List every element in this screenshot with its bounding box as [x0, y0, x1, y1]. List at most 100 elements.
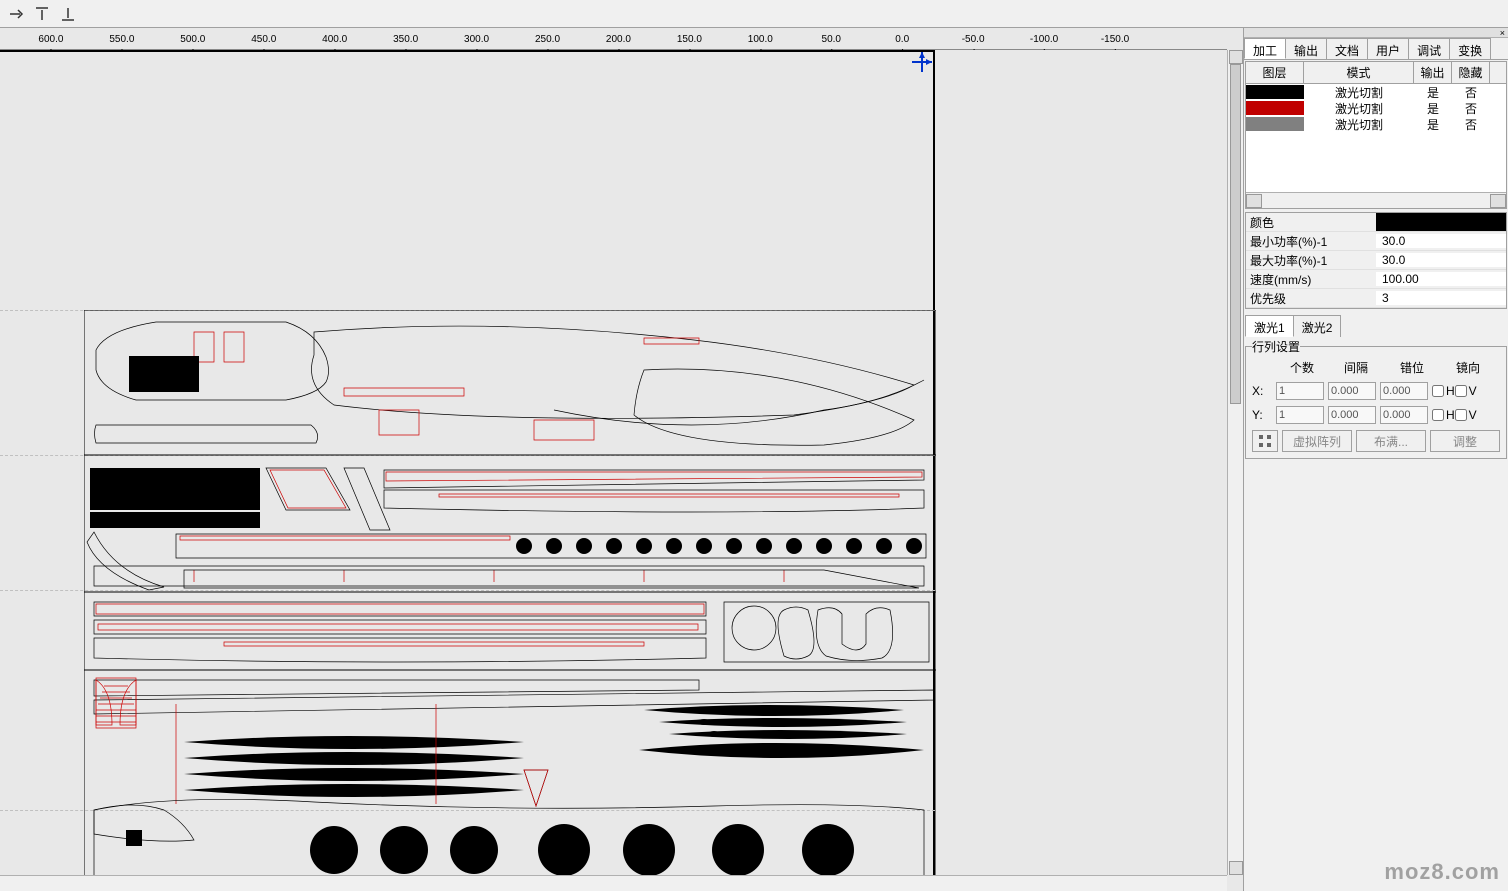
- array-head-offset: 错位: [1384, 359, 1440, 376]
- layer-mode: 激光切割: [1304, 100, 1414, 117]
- ruler-tick: -50.0: [962, 34, 985, 45]
- horizontal-ruler: 50.0600.0550.0500.0450.0400.0350.0300.02…: [0, 28, 1227, 50]
- array-y-label: Y:: [1252, 408, 1276, 422]
- array-head-count: 个数: [1276, 359, 1328, 376]
- ruler-tick: 200.0: [606, 34, 631, 45]
- array-y-count-input[interactable]: [1276, 406, 1324, 424]
- ruler-tick: 350.0: [393, 34, 418, 45]
- prop-max-power-value[interactable]: 30.0: [1376, 253, 1506, 267]
- array-y-gap-input[interactable]: [1328, 406, 1376, 424]
- layers-scroll-right[interactable]: [1490, 194, 1506, 208]
- array-head-gap: 间隔: [1328, 359, 1384, 376]
- layers-body[interactable]: 激光切割是否激光切割是否激光切割是否: [1246, 84, 1506, 192]
- prop-priority-label: 优先级: [1246, 290, 1376, 307]
- tab-user[interactable]: 用户: [1367, 38, 1409, 59]
- main-layout: 50.0600.0550.0500.0450.0400.0350.0300.02…: [0, 28, 1508, 891]
- watermark: moz8.com: [1384, 859, 1500, 885]
- scroll-down-button[interactable]: [1229, 861, 1243, 875]
- array-x-count-input[interactable]: [1276, 382, 1324, 400]
- tab-output[interactable]: 输出: [1285, 38, 1327, 59]
- align-bottom-button[interactable]: [56, 2, 80, 26]
- fill-button[interactable]: 布满...: [1356, 430, 1426, 452]
- tab-debug[interactable]: 调试: [1408, 38, 1450, 59]
- array-x-offset-input[interactable]: [1380, 382, 1428, 400]
- align-toggle-left-button[interactable]: [4, 2, 28, 26]
- adjust-button[interactable]: 调整: [1430, 430, 1500, 452]
- array-y-offset-input[interactable]: [1380, 406, 1428, 424]
- ruler-tick: 250.0: [535, 34, 560, 45]
- prop-max-power-label: 最大功率(%)-1: [1246, 252, 1376, 269]
- layers-scroll-left[interactable]: [1246, 194, 1262, 208]
- worksheet-border: [0, 50, 935, 875]
- horizontal-scrollbar[interactable]: [0, 875, 1227, 891]
- layer-output: 是: [1414, 84, 1452, 101]
- layer-hidden: 否: [1452, 84, 1490, 101]
- ruler-tick: 400.0: [322, 34, 347, 45]
- layer-color-swatch: [1246, 117, 1304, 131]
- array-y-h-checkbox[interactable]: [1432, 409, 1444, 421]
- ruler-tick: 50.0: [822, 34, 841, 45]
- array-head-mirror: 镜向: [1440, 359, 1496, 376]
- array-y-v-checkbox[interactable]: [1455, 409, 1467, 421]
- drawing-canvas[interactable]: [0, 50, 1227, 875]
- layers-header-mode: 模式: [1304, 62, 1414, 83]
- scroll-up-button[interactable]: [1229, 50, 1243, 64]
- layer-hidden: 否: [1452, 116, 1490, 133]
- tab-laser1[interactable]: 激光1: [1245, 315, 1294, 337]
- array-x-h-checkbox[interactable]: [1432, 385, 1444, 397]
- layer-row[interactable]: 激光切割是否: [1246, 100, 1506, 116]
- tab-process[interactable]: 加工: [1244, 38, 1286, 59]
- array-title: 行列设置: [1252, 338, 1300, 355]
- prop-priority-value[interactable]: 3: [1376, 291, 1506, 305]
- layer-output: 是: [1414, 100, 1452, 117]
- ruler-tick: 150.0: [677, 34, 702, 45]
- top-toolbar: [0, 0, 1508, 28]
- layers-table: 图层 模式 输出 隐藏 激光切割是否激光切割是否激光切割是否: [1245, 61, 1507, 209]
- ruler-tick: 100.0: [748, 34, 773, 45]
- ruler-tick: -150.0: [1101, 34, 1129, 45]
- prop-color-label: 颜色: [1246, 214, 1376, 231]
- prop-min-power-value[interactable]: 30.0: [1376, 234, 1506, 248]
- tab-laser2[interactable]: 激光2: [1293, 315, 1342, 337]
- layer-row[interactable]: 激光切割是否: [1246, 84, 1506, 100]
- layer-row[interactable]: 激光切割是否: [1246, 116, 1506, 132]
- panel-close-icon[interactable]: ×: [1500, 28, 1505, 37]
- layer-mode: 激光切割: [1304, 84, 1414, 101]
- layers-header-layer: 图层: [1246, 62, 1304, 83]
- layer-mode: 激光切割: [1304, 116, 1414, 133]
- origin-marker-icon: [910, 50, 934, 77]
- canvas-area[interactable]: 50.0600.0550.0500.0450.0400.0350.0300.02…: [0, 28, 1243, 891]
- layers-scrollbar[interactable]: [1246, 192, 1506, 208]
- layer-output: 是: [1414, 116, 1452, 133]
- main-tabs: 加工 输出 文档 用户 调试 变换: [1244, 38, 1508, 60]
- ruler-tick: 500.0: [180, 34, 205, 45]
- layer-color-swatch: [1246, 101, 1304, 115]
- tab-document[interactable]: 文档: [1326, 38, 1368, 59]
- layers-header-hidden: 隐藏: [1452, 62, 1490, 83]
- layer-hidden: 否: [1452, 100, 1490, 117]
- tab-transform[interactable]: 变换: [1449, 38, 1491, 59]
- ruler-tick: 0.0: [895, 34, 909, 45]
- vertical-scrollbar[interactable]: [1227, 50, 1243, 875]
- array-x-gap-input[interactable]: [1328, 382, 1376, 400]
- array-grid-icon-button[interactable]: [1252, 430, 1278, 452]
- layers-header-output: 输出: [1414, 62, 1452, 83]
- layer-color-swatch: [1246, 85, 1304, 99]
- ruler-tick: 550.0: [109, 34, 134, 45]
- virtual-array-button[interactable]: 虚拟阵列: [1282, 430, 1352, 452]
- ruler-tick: 600.0: [38, 34, 63, 45]
- layers-header: 图层 模式 输出 隐藏: [1246, 62, 1506, 84]
- align-top-button[interactable]: [30, 2, 54, 26]
- ruler-tick: -100.0: [1030, 34, 1058, 45]
- panel-header: ×: [1244, 28, 1508, 38]
- array-settings: 行列设置 个数 间隔 错位 镜向 X: H V Y: H: [1245, 338, 1507, 459]
- prop-min-power-label: 最小功率(%)-1: [1246, 233, 1376, 250]
- layer-properties: 颜色 最小功率(%)-1 30.0 最大功率(%)-1 30.0 速度(mm/s…: [1245, 212, 1507, 309]
- scroll-thumb[interactable]: [1230, 64, 1241, 404]
- prop-color-swatch[interactable]: [1376, 213, 1506, 231]
- laser-sub-tabs: 激光1 激光2: [1245, 315, 1507, 337]
- prop-speed-value[interactable]: 100.00: [1376, 272, 1506, 286]
- ruler-tick: 300.0: [464, 34, 489, 45]
- array-x-v-checkbox[interactable]: [1455, 385, 1467, 397]
- prop-speed-label: 速度(mm/s): [1246, 271, 1376, 288]
